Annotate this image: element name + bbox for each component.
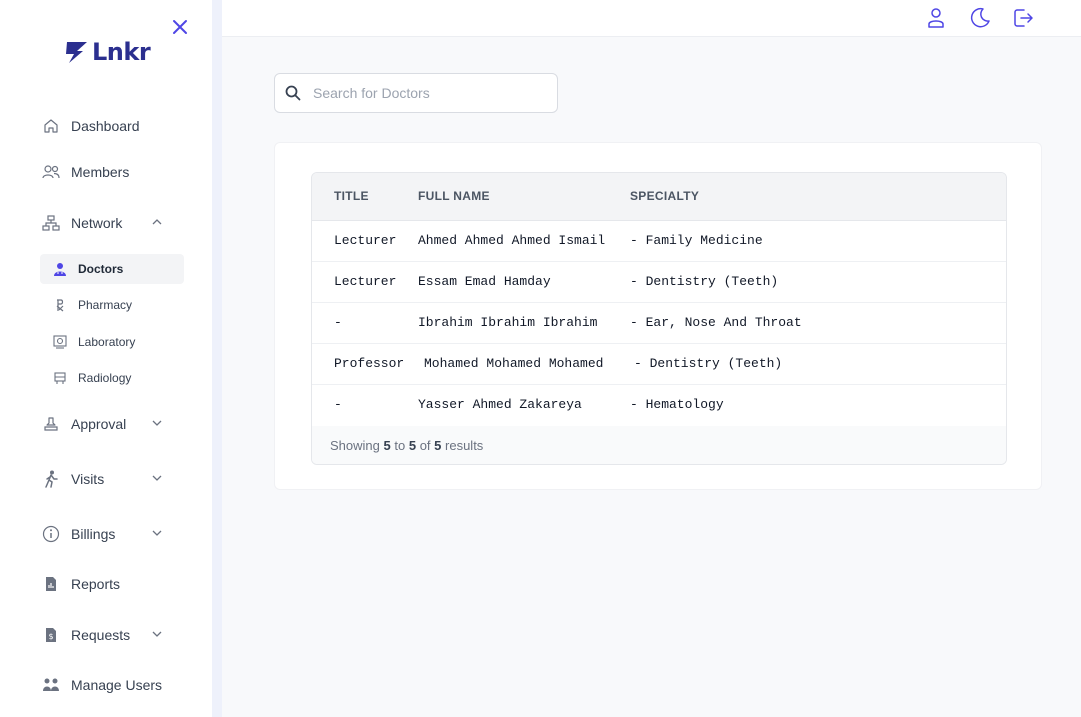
column-header-title[interactable]: TITLE [334, 189, 369, 203]
info-circle-icon [42, 525, 60, 543]
network-icon [42, 214, 60, 232]
sidebar-item-approval[interactable]: Approval [42, 413, 172, 435]
table-row[interactable]: Lecturer Essam Emad Hamday - Dentistry (… [312, 262, 1006, 303]
sidebar-item-laboratory[interactable]: Laboratory [40, 327, 184, 357]
sidebar-item-visits[interactable]: Visits [42, 468, 172, 490]
cell-full-name: Yasser Ahmed Zakareya [418, 397, 582, 412]
chevron-down-icon[interactable] [150, 471, 164, 485]
sidebar-item-label: Doctors [78, 262, 124, 276]
moon-icon [970, 7, 990, 28]
radiology-icon [52, 370, 68, 386]
lightning-logo-icon [66, 42, 87, 63]
chevron-down-icon[interactable] [150, 526, 164, 540]
doctor-icon [52, 261, 68, 277]
sidebar-item-label: Pharmacy [78, 298, 133, 312]
search-box[interactable] [274, 73, 558, 113]
user-icon [928, 8, 944, 28]
logout-button[interactable] [1011, 6, 1035, 30]
sidebar-item-label: Reports [71, 576, 121, 592]
sidebar-edge [212, 0, 222, 717]
logo-text: Lnkr [92, 38, 151, 66]
sidebar-item-radiology[interactable]: Radiology [40, 363, 184, 393]
sidebar: Lnkr Dashboard Members Network Doctors P… [0, 0, 212, 717]
sidebar-item-requests[interactable]: $ Requests [42, 624, 172, 646]
sidebar-item-label: Members [71, 164, 130, 180]
cell-specialty: - Dentistry (Teeth) [630, 274, 779, 289]
sidebar-item-manage-users[interactable]: Manage Users [42, 674, 172, 696]
svg-text:$: $ [48, 632, 53, 641]
approval-icon [42, 415, 60, 433]
table-row[interactable]: Lecturer Ahmed Ahmed Ahmed Ismail - Fami… [312, 221, 1006, 262]
search-icon [285, 85, 301, 101]
home-icon [42, 117, 60, 135]
pagination-summary: Showing 5 to 5 of 5 results [330, 438, 484, 453]
users-icon [42, 676, 60, 694]
sidebar-item-network[interactable]: Network [42, 212, 172, 234]
table-row[interactable]: Professor Mohamed Mohamed Mohamed - Dent… [312, 344, 1006, 385]
sidebar-item-dashboard[interactable]: Dashboard [42, 115, 172, 137]
members-icon [42, 163, 60, 181]
table-row[interactable]: - Ibrahim Ibrahim Ibrahim - Ear, Nose An… [312, 303, 1006, 344]
cell-title: Professor [334, 356, 405, 371]
chevron-up-icon[interactable] [150, 215, 164, 229]
sidebar-item-label: Approval [71, 416, 127, 432]
close-icon [173, 20, 187, 34]
column-header-full-name[interactable]: FULL NAME [418, 189, 490, 203]
sidebar-item-label: Dashboard [71, 118, 140, 134]
doctors-table: TITLE FULL NAME SPECIALTY Lecturer Ahmed… [311, 172, 1007, 465]
sidebar-item-pharmacy[interactable]: Pharmacy [40, 290, 184, 320]
sidebar-item-label: Manage Users [71, 677, 163, 693]
cell-specialty: - Family Medicine [630, 233, 763, 248]
walking-icon [42, 470, 60, 488]
laboratory-icon [52, 334, 68, 350]
cell-title: Lecturer [334, 233, 397, 248]
cell-title: - [334, 315, 342, 330]
cell-full-name: Mohamed Mohamed Mohamed [424, 356, 604, 371]
brand-logo[interactable]: Lnkr [64, 38, 151, 66]
report-icon [42, 575, 60, 593]
sidebar-item-label: Laboratory [78, 335, 136, 349]
cell-full-name: Essam Emad Hamday [418, 274, 551, 289]
requests-icon: $ [42, 626, 60, 644]
cell-specialty: - Dentistry (Teeth) [634, 356, 783, 371]
profile-button[interactable] [924, 6, 948, 30]
chevron-down-icon[interactable] [150, 416, 164, 430]
table-row[interactable]: - Yasser Ahmed Zakareya - Hematology [312, 385, 1006, 426]
dark-mode-toggle[interactable] [968, 6, 992, 30]
sidebar-item-label: Billings [71, 526, 116, 542]
logout-icon [1014, 9, 1033, 27]
sidebar-item-label: Visits [71, 471, 105, 487]
sidebar-item-doctors[interactable]: Doctors [40, 254, 184, 284]
search-input[interactable] [313, 85, 533, 101]
column-header-specialty[interactable]: SPECIALTY [630, 189, 699, 203]
cell-specialty: - Hematology [630, 397, 724, 412]
cell-title: - [334, 397, 342, 412]
sidebar-item-label: Network [71, 215, 123, 231]
sidebar-item-label: Radiology [78, 371, 132, 385]
sidebar-item-billings[interactable]: Billings [42, 523, 172, 545]
cell-full-name: Ahmed Ahmed Ahmed Ismail [418, 233, 606, 248]
sidebar-item-label: Requests [71, 627, 131, 643]
cell-full-name: Ibrahim Ibrahim Ibrahim [418, 315, 598, 330]
top-header [222, 0, 1081, 37]
chevron-down-icon[interactable] [150, 627, 164, 641]
sidebar-item-reports[interactable]: Reports [42, 573, 172, 595]
table-footer: Showing 5 to 5 of 5 results [312, 426, 1006, 464]
doctors-card: TITLE FULL NAME SPECIALTY Lecturer Ahmed… [274, 142, 1042, 490]
cell-title: Lecturer [334, 274, 397, 289]
cell-specialty: - Ear, Nose And Throat [630, 315, 802, 330]
table-header: TITLE FULL NAME SPECIALTY [312, 173, 1006, 221]
close-sidebar-button[interactable] [170, 18, 190, 38]
pharmacy-icon [52, 297, 68, 313]
sidebar-item-members[interactable]: Members [42, 161, 172, 183]
